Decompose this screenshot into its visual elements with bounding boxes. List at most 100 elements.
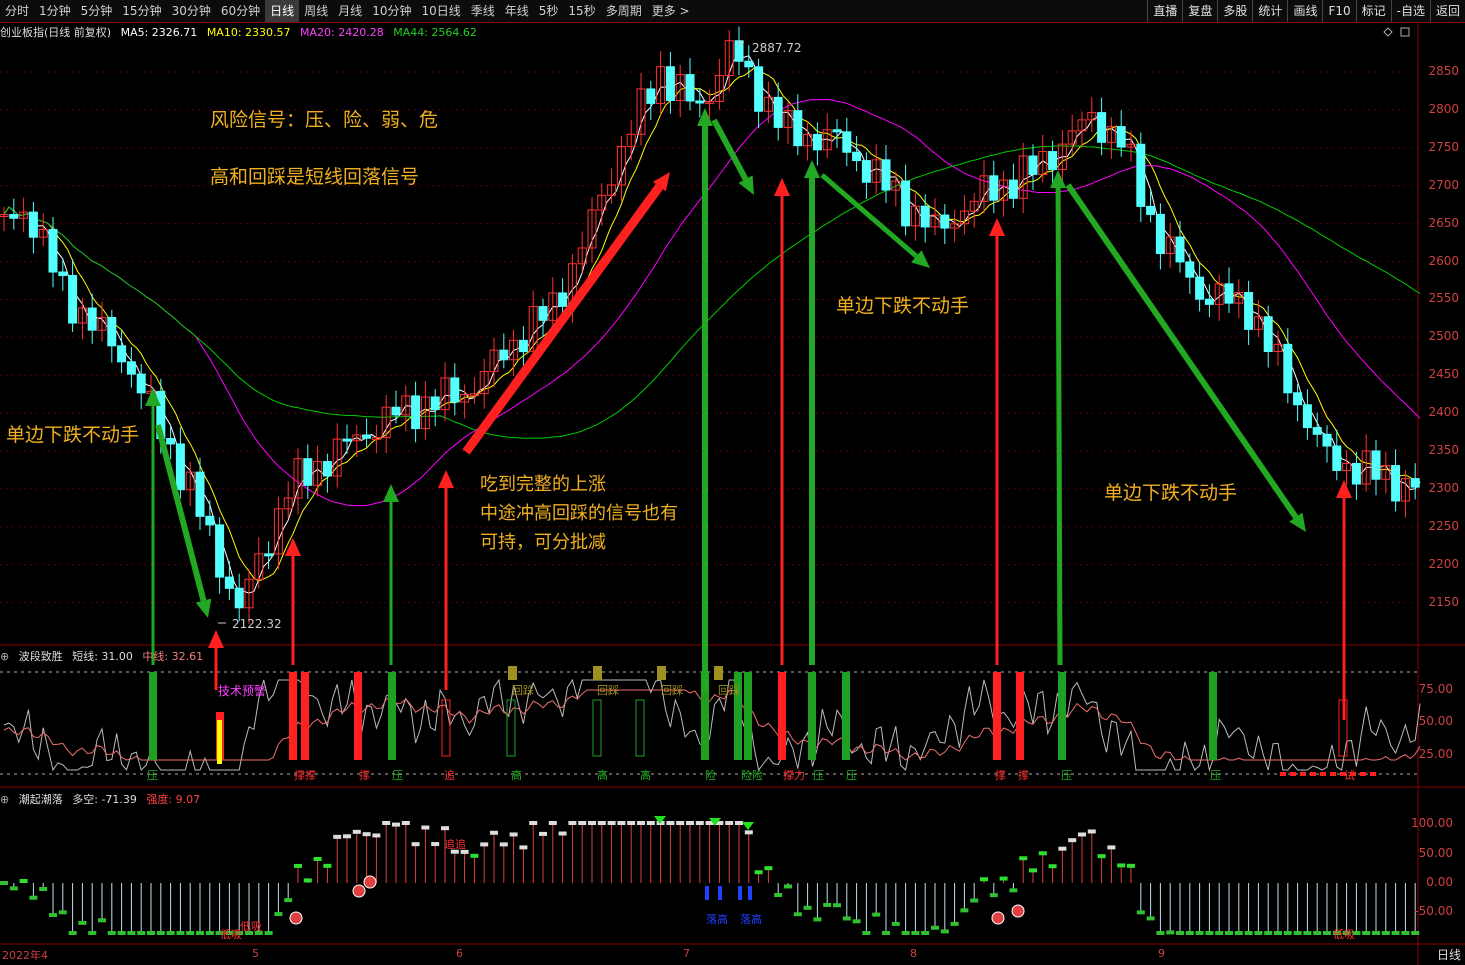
oscillator-cap [1244, 931, 1253, 935]
oscillator-cap [1136, 910, 1145, 915]
oscillator-cap [431, 842, 440, 847]
oscillator-cap [1411, 931, 1420, 935]
candle-body [322, 461, 332, 477]
oscillator-cap [58, 910, 67, 915]
candle-body [734, 40, 744, 62]
candle-body [538, 306, 548, 321]
signal-bar [1058, 672, 1066, 760]
retrace-marker [714, 666, 723, 680]
oscillator-cap [940, 929, 949, 934]
panel3-title: 潮起潮落 [18, 793, 63, 806]
buy-dot [1011, 904, 1025, 918]
candle-body [1332, 445, 1342, 471]
candle-body [9, 214, 19, 219]
oscillator-cap [147, 931, 155, 935]
signal-label: 撑撑 [294, 768, 316, 782]
candle-body [1028, 155, 1038, 175]
oscillator-cap [1176, 931, 1184, 935]
signal-label: 撑 [995, 768, 1006, 782]
oscillator-cap [352, 829, 361, 834]
oscillator-cap [117, 931, 126, 935]
candle-body [136, 373, 146, 394]
candle-body [1312, 427, 1322, 435]
oscillator-cap [490, 830, 498, 835]
oscillator-cap [970, 898, 979, 903]
candle-body [234, 587, 244, 609]
oscillator-cap [1078, 832, 1086, 837]
price-tick: 2400 [1428, 405, 1459, 420]
osc-label: 落高 [706, 912, 728, 926]
oscillator-cap [480, 842, 489, 847]
candle-body [342, 438, 352, 442]
oscillator-cap [519, 845, 528, 850]
one-way-note-right: 单边下跌不动手 [1104, 482, 1238, 504]
signal-arrow-head [208, 630, 224, 648]
candle-body [411, 395, 421, 430]
weak-marker [1320, 772, 1326, 776]
oscillator-cap [421, 825, 430, 830]
oscillator-cap [548, 821, 557, 825]
oscillator-cap [803, 905, 812, 910]
oscillator-cap [137, 931, 146, 935]
oscillator-cap [343, 834, 351, 839]
oscillator-cap [1323, 931, 1331, 935]
panel2-tick: 25.00 [1418, 747, 1453, 761]
panel3-collapse-icon[interactable]: ⊕ [0, 793, 9, 806]
oscillator-cap [362, 832, 371, 837]
candle-body [646, 88, 656, 104]
date-tick: 2022年4 [2, 949, 48, 962]
oscillator-cap [1205, 931, 1214, 935]
falling-marker [748, 886, 752, 900]
oscillator-cap [88, 931, 97, 935]
candle-body [754, 66, 764, 112]
chart-canvas[interactable]: 回踩 回踩 回踩 回踩技术预警压 撑撑撑压追高高高险险险 撑力压压撑撑压压试 低吸低吸追追… [0, 0, 1465, 965]
candle-body [1293, 392, 1303, 406]
candle-body [881, 159, 891, 191]
oscillator-cap [441, 826, 449, 831]
signal-bar [778, 672, 786, 760]
weak-marker [1290, 772, 1296, 776]
signal-bar [744, 672, 752, 760]
low-label: 2122.32 [232, 617, 282, 631]
signal-arrow [1055, 187, 1063, 666]
oscillator-cap [499, 842, 508, 847]
oscillator-cap [676, 821, 685, 825]
buy-dot [991, 911, 1005, 925]
weak-marker [1280, 772, 1286, 776]
price-tick: 2500 [1428, 329, 1459, 344]
ma-line [3, 55, 1421, 594]
panel2-tick: 75.00 [1418, 682, 1453, 696]
date-tick: 9 [1158, 947, 1165, 960]
signal-label: 高 [640, 768, 651, 782]
oscillator-cap [68, 931, 77, 935]
panel-controls-icon[interactable] [1383, 27, 1410, 37]
weak-marker [1360, 772, 1366, 776]
panel3-title-row: ⊕ 潮起潮落 多空: -71.39 强度: 9.07 [0, 791, 206, 807]
oscillator-cap [294, 863, 302, 868]
oscillator-cap [39, 886, 48, 891]
candle-body [773, 96, 783, 128]
date-tick: 7 [683, 947, 690, 960]
oscillator-cap [852, 919, 861, 924]
panel2-collapse-icon[interactable]: ⊕ [0, 650, 9, 663]
oscillator-cap [1391, 931, 1400, 935]
price-tick: 2600 [1428, 253, 1459, 268]
retrace-marker [657, 666, 666, 680]
signal-bar [441, 699, 451, 757]
oscillator-cap [1146, 916, 1155, 921]
signal-label: 高 [597, 768, 608, 782]
oscillator-cap [666, 821, 675, 825]
price-tick: 2700 [1428, 177, 1459, 192]
oscillator-cap [950, 921, 959, 926]
buy-dot [352, 884, 366, 898]
retrace-label: 回踩 [718, 684, 740, 697]
high-marker: 2887.72 [737, 41, 802, 55]
candle-body [195, 471, 205, 517]
price-tick: 2150 [1428, 594, 1459, 609]
oscillator-cap [744, 830, 753, 835]
oscillator-cap [205, 931, 214, 935]
signal-label: 高 [511, 768, 522, 782]
signal-arrow-head [989, 218, 1005, 236]
signal-bar [149, 672, 157, 760]
oscillator-cap [931, 925, 939, 930]
